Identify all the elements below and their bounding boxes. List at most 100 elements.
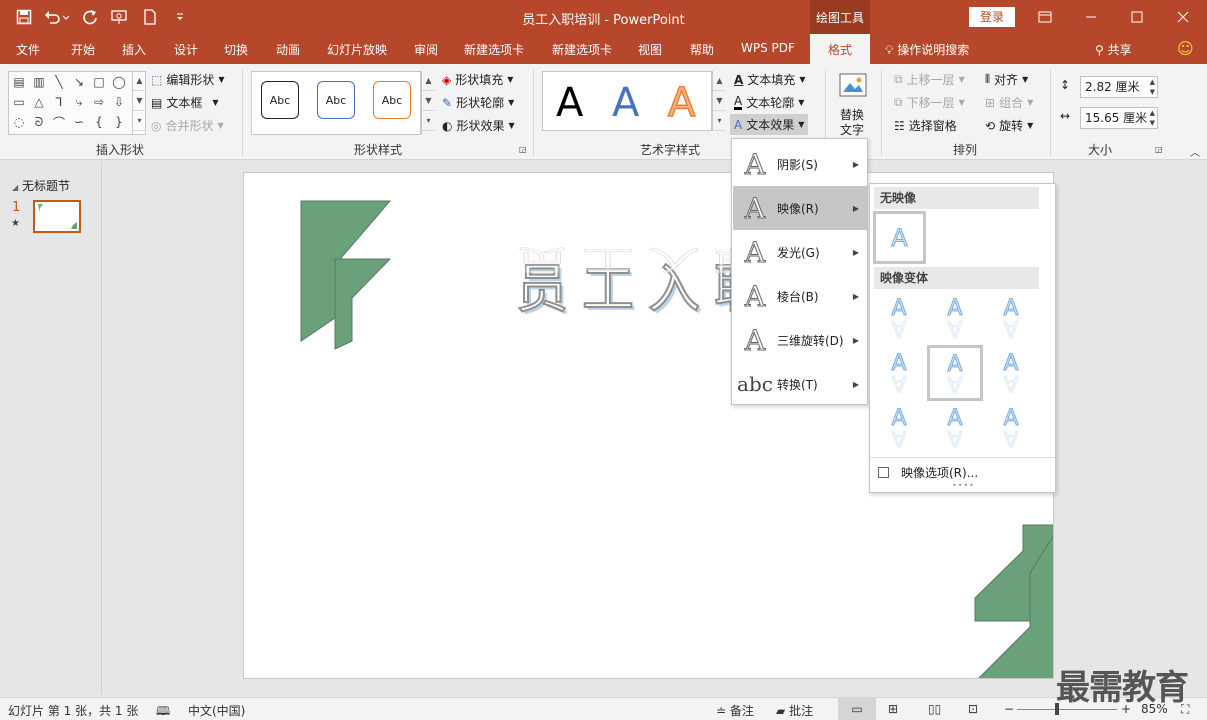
left-brace-shape-icon[interactable]: { [90, 114, 108, 130]
menu-item-glow[interactable]: A 发光(G) ▶ [733, 230, 867, 274]
menu-item-reflection[interactable]: A 映像(R) ▶ [733, 186, 867, 230]
zoom-out-icon[interactable]: − [1004, 702, 1014, 716]
reflection-variant-7[interactable]: AA [874, 402, 924, 452]
slide-thumbnail-1[interactable] [33, 200, 81, 233]
shape-fill-button[interactable]: ◈ 形状填充 ▼ [442, 71, 513, 88]
normal-view-icon[interactable]: ▭ [838, 698, 876, 720]
size-dialog-launcher-icon[interactable]: ◲ [1155, 145, 1163, 154]
smiley-feedback-icon[interactable]: ☺ [1177, 39, 1194, 58]
collapse-triangle-icon[interactable]: ◢ [12, 183, 18, 192]
menu-item-shadow[interactable]: A 阴影(S) ▶ [733, 142, 867, 186]
collapse-ribbon-icon[interactable]: ︿ [1190, 144, 1200, 159]
wordart-styles-scroll[interactable]: ▲ ▼ ▾ [712, 71, 726, 131]
spell-check-icon[interactable]: 🕮︎ [156, 702, 170, 720]
arc-shape-icon[interactable]: ⌒ [50, 114, 68, 130]
tab-wps-pdf[interactable]: WPS PDF [741, 41, 795, 55]
login-button[interactable]: 登录 [969, 7, 1015, 27]
shape-style-orange[interactable]: Abc [373, 81, 411, 119]
minimize-icon[interactable] [1068, 0, 1114, 34]
new-file-icon[interactable] [138, 6, 162, 28]
tab-help[interactable]: 帮助 [690, 41, 714, 58]
align-button[interactable]: ⫴ 对齐 ▼ [985, 71, 1028, 88]
customize-qat-icon[interactable] [168, 6, 192, 28]
tab-new-1[interactable]: 新建选项卡 [464, 41, 524, 58]
group-button[interactable]: ⊞ 组合 ▼ [985, 94, 1033, 111]
slideshow-from-start-icon[interactable] [108, 6, 132, 28]
shape-styles-dialog-launcher-icon[interactable]: ◲ [519, 145, 527, 154]
vertical-text-shape-icon[interactable]: ▥ [30, 74, 48, 90]
rotate-button[interactable]: ⟲ 旋转 ▼ [985, 117, 1033, 134]
reflection-variant-1[interactable]: AA [874, 292, 924, 342]
shape-width-input[interactable]: 15.65 厘米 ▲ ▼ [1080, 107, 1158, 129]
reflection-variant-2[interactable]: AA [930, 292, 980, 342]
resize-grip-icon[interactable]: •••• [952, 481, 975, 490]
scribble-shape-icon[interactable]: ᘐ [30, 114, 48, 130]
chevron-down-icon[interactable]: ▼ [713, 91, 726, 111]
zoom-slider-track[interactable] [1017, 709, 1117, 710]
merge-shapes-button[interactable]: ◎ 合并形状 ▼ [151, 117, 224, 134]
share-button[interactable]: ⚲ 共享 [1095, 41, 1132, 58]
bring-forward-button[interactable]: ⧉ 上移一层 ▼ [894, 71, 965, 88]
reflection-variant-6[interactable]: AA [986, 347, 1036, 397]
spin-arrows-icon[interactable]: ▲ ▼ [1150, 77, 1155, 97]
reflection-variant-9[interactable]: AA [986, 402, 1036, 452]
reflection-variant-5[interactable]: AA [927, 345, 983, 401]
shape-height-input[interactable]: 2.82 厘米 ▲ ▼ [1080, 76, 1158, 98]
section-header[interactable]: ◢ 无标题节 [12, 177, 70, 194]
tab-animations[interactable]: 动画 [276, 41, 300, 58]
text-effects-button[interactable]: A 文本效果 ▼ [730, 114, 809, 135]
slide-sorter-view-icon[interactable]: ⊞ [888, 702, 898, 716]
slideshow-view-icon[interactable]: ⊡ [968, 702, 978, 716]
elbow-connector-shape-icon[interactable]: ⅂ [50, 94, 68, 110]
edit-shape-button[interactable]: ⬚ 编辑形状 ▼ [151, 71, 225, 88]
tab-file[interactable]: 文件 [16, 41, 40, 58]
curve-shape-icon[interactable]: ∽ [70, 114, 88, 130]
wordart-style-black[interactable]: A [556, 80, 583, 126]
comments-button[interactable]: ▰ 批注 [776, 702, 813, 719]
reflection-variant-8[interactable]: AA [930, 402, 980, 452]
save-icon[interactable] [12, 6, 36, 28]
ribbon-display-options-icon[interactable] [1022, 0, 1068, 34]
reading-view-icon[interactable]: ▯▯ [928, 702, 941, 716]
oval-shape-icon[interactable]: ◯ [110, 74, 128, 90]
wordart-style-blue[interactable]: A [612, 80, 639, 126]
elbow-arrow-shape-icon[interactable]: ⤷ [70, 94, 88, 110]
close-icon[interactable] [1160, 0, 1206, 34]
triangle-shape-icon[interactable]: △ [30, 94, 48, 110]
shapes-gallery-scroll[interactable]: ▲ ▼ ▾ [132, 71, 146, 135]
notes-button[interactable]: ≐ 备注 [716, 702, 754, 719]
text-box-button[interactable]: ▤ 文本框 ▼ [151, 94, 219, 111]
reflection-variant-3[interactable]: AA [986, 292, 1036, 342]
line-shape-icon[interactable]: ╲ [50, 74, 68, 90]
more-icon[interactable]: ▾ [133, 111, 146, 131]
menu-item-3d-rotation[interactable]: A 三维旋转(D) ▶ [733, 318, 867, 362]
selection-pane-button[interactable]: ☷ 选择窗格 [894, 117, 957, 134]
tab-insert[interactable]: 插入 [122, 41, 146, 58]
reflection-variant-4[interactable]: AA [874, 347, 924, 397]
chevron-up-icon[interactable]: ▲ [133, 71, 146, 91]
more-icon[interactable]: ▾ [713, 111, 726, 131]
language-status[interactable]: 中文(中国) [188, 702, 245, 719]
text-outline-button[interactable]: A 文本轮廓 ▼ [734, 94, 804, 111]
shape-style-blue[interactable]: Abc [317, 81, 355, 119]
down-arrow-shape-icon[interactable]: ⇩ [110, 94, 128, 110]
wordart-style-orange[interactable]: A [667, 79, 696, 127]
alt-text-line2[interactable]: 文字 [840, 121, 864, 138]
tab-design[interactable]: 设计 [174, 41, 198, 58]
chevron-up-icon[interactable]: ▲ [422, 71, 435, 91]
right-arrow-shape-icon[interactable]: ⇨ [90, 94, 108, 110]
tab-slideshow[interactable]: 幻灯片放映 [327, 41, 387, 58]
shape-outline-button[interactable]: ✎ 形状轮廓 ▼ [442, 94, 514, 111]
chevron-down-icon[interactable]: ▼ [133, 91, 146, 111]
shape-effects-button[interactable]: ◐ 形状效果 ▼ [442, 117, 515, 134]
tab-transitions[interactable]: 切换 [224, 41, 248, 58]
text-box-shape-icon[interactable]: ▤ [10, 74, 28, 90]
menu-item-bevel[interactable]: A 棱台(B) ▶ [733, 274, 867, 318]
chevron-up-icon[interactable]: ▲ [713, 71, 726, 91]
no-reflection-option[interactable]: A [873, 211, 926, 264]
alt-text-icon[interactable] [838, 72, 868, 102]
arrow-line-shape-icon[interactable]: ↘ [70, 74, 88, 90]
rectangle-shape-icon[interactable]: □ [90, 74, 108, 90]
reflection-options-item[interactable]: 映像选项(R)... [878, 464, 978, 481]
right-brace-shape-icon[interactable]: } [110, 114, 128, 130]
